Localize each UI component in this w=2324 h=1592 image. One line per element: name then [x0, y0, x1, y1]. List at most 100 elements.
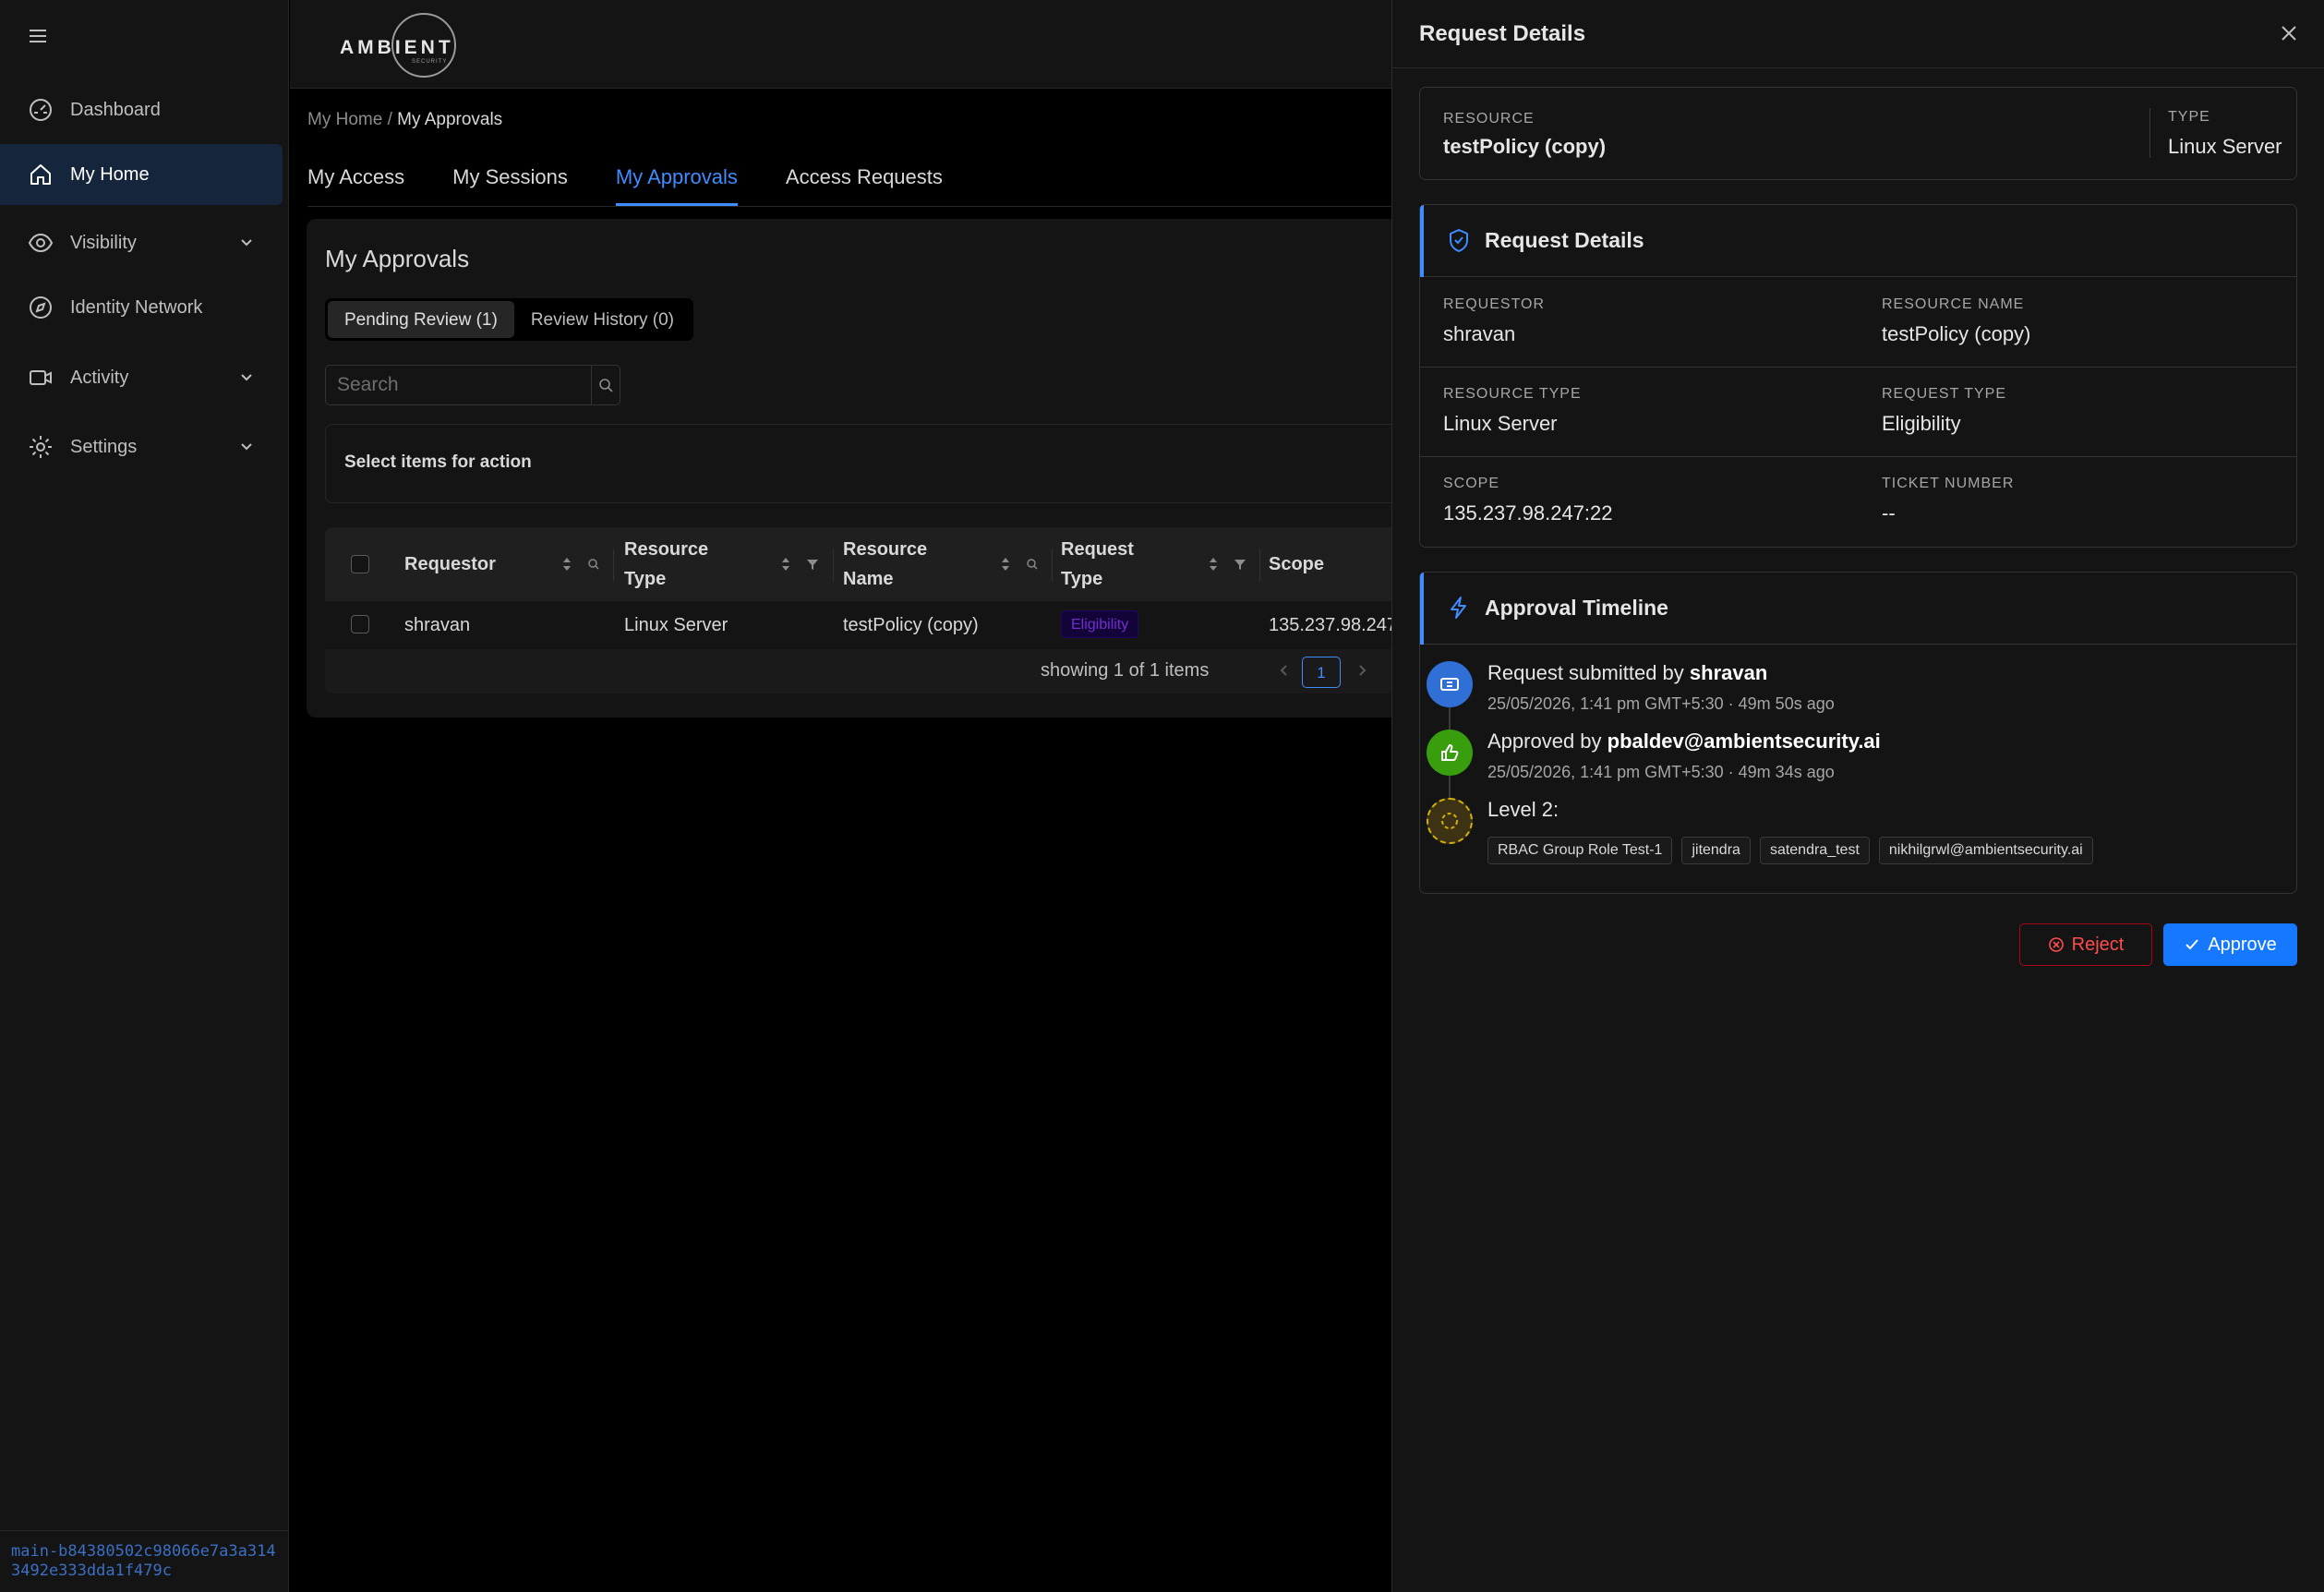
search-icon[interactable]: [586, 555, 603, 573]
search-icon[interactable]: [1025, 555, 1042, 573]
reject-label: Reject: [2071, 934, 2125, 955]
page-tabs: My Access My Sessions My Approvals Acces…: [307, 154, 991, 206]
pagination-summary: showing 1 of 1 items: [1041, 660, 1210, 681]
request-type-field: REQUEST TYPE Eligibility: [1882, 386, 2006, 436]
section-accent: [1420, 205, 1424, 277]
bulk-action-label: Select items for action: [344, 452, 532, 472]
page-number-button[interactable]: 1: [1302, 657, 1341, 688]
gear-icon: [28, 434, 54, 460]
field-value: 135.237.98.247:22: [1443, 501, 1613, 525]
type-value: Linux Server: [2168, 135, 2282, 158]
timeline-connector: [1449, 776, 1451, 800]
activity-icon: [28, 365, 54, 391]
request-details-section: Request Details REQUESTOR shravan RESOUR…: [1419, 204, 2297, 548]
sidebar-item-my-home[interactable]: My Home: [0, 144, 283, 205]
field-value: Eligibility: [1882, 412, 1961, 435]
timeline-timestamp: 25/05/2026, 1:41 pm GMT+5:30 · 49m 34s a…: [1487, 763, 1835, 781]
sidebar-item-label: My Home: [70, 163, 150, 185]
chevron-down-icon[interactable]: [238, 235, 255, 251]
column-divider: [1052, 549, 1053, 581]
chevron-right-icon[interactable]: [1354, 662, 1370, 679]
approver-tag: nikhilgrwl@ambientsecurity.ai: [1878, 837, 2093, 864]
tab-access-requests[interactable]: Access Requests: [786, 154, 943, 206]
chevron-down-icon[interactable]: [238, 439, 255, 455]
type-label: TYPE: [2168, 109, 2210, 125]
section-header: Request Details: [1420, 205, 2296, 277]
column-label: Request Type: [1061, 539, 1134, 589]
close-icon[interactable]: [2276, 20, 2302, 46]
field-value: shravan: [1443, 322, 1516, 345]
segment-pending-review[interactable]: Pending Review (1): [328, 301, 514, 338]
filter-icon[interactable]: [805, 555, 822, 573]
row-checkbox[interactable]: [351, 615, 369, 633]
timeline-prefix: Request submitted by: [1487, 661, 1690, 684]
approvals-card: My Approvals Pending Review (1) Review H…: [307, 219, 1525, 718]
sidebar-item-activity[interactable]: Activity: [0, 347, 283, 408]
search-button[interactable]: [591, 365, 620, 405]
timeline-actor: shravan: [1689, 661, 1768, 684]
column-header-resource-type: Resource Type: [624, 527, 772, 601]
page-title: My Approvals: [325, 245, 470, 272]
drawer-header: Request Details: [1392, 0, 2324, 68]
approvals-table: Requestor Resource Type Resource Name Re…: [325, 527, 1525, 693]
sidebar-item-visibility[interactable]: Visibility: [0, 212, 283, 273]
field-label: SCOPE: [1443, 476, 1500, 491]
column-header-resource-name: Resource Name: [843, 527, 991, 601]
sidebar-item-dashboard[interactable]: Dashboard: [0, 79, 283, 140]
column-header-request-type: Request Type: [1061, 527, 1209, 601]
thumbs-up-icon: [1427, 730, 1473, 776]
field-label: REQUESTOR: [1443, 296, 1546, 312]
section-title: Request Details: [1485, 228, 1644, 252]
tab-my-access[interactable]: My Access: [307, 154, 404, 206]
sidebar-item-label: Dashboard: [70, 99, 161, 120]
sidebar: Dashboard My Home Visibility Identity Ne…: [0, 0, 289, 1592]
approver-tag: jitendra: [1681, 837, 1751, 864]
timeline-text: Level 2:: [1487, 798, 1559, 821]
chevron-left-icon[interactable]: [1276, 662, 1293, 679]
tab-my-sessions[interactable]: My Sessions: [452, 154, 568, 206]
breadcrumb-current: My Approvals: [397, 110, 503, 129]
sidebar-item-label: Visibility: [70, 232, 137, 253]
approver-tag: satendra_test: [1759, 837, 1870, 864]
ambient-logo[interactable]: AMBIENT SECURITY: [340, 11, 488, 79]
logo-subtext: SECURITY: [412, 59, 448, 65]
column-label: Scope: [1269, 554, 1325, 574]
sort-icon[interactable]: [777, 555, 794, 573]
column-label: Requestor: [404, 554, 496, 574]
hamburger-menu-icon[interactable]: [26, 24, 50, 48]
sidebar-item-settings[interactable]: Settings: [0, 416, 283, 477]
tab-my-approvals[interactable]: My Approvals: [615, 154, 738, 206]
search-input[interactable]: [325, 365, 591, 405]
table-row[interactable]: shravan Linux Server testPolicy (copy) E…: [325, 601, 1525, 649]
reject-button[interactable]: Reject: [2019, 923, 2152, 966]
resource-name-field: RESOURCE NAME testPolicy (copy): [1882, 296, 2030, 346]
details-row: RESOURCE TYPE Linux Server REQUEST TYPE …: [1420, 368, 2296, 457]
approve-button[interactable]: Approve: [2163, 923, 2297, 966]
column-label: Resource Name: [843, 539, 928, 589]
lightning-icon: [1446, 595, 1472, 621]
review-segmented-control: Pending Review (1) Review History (0): [325, 298, 694, 341]
divider: [2149, 108, 2150, 158]
select-all-checkbox[interactable]: [351, 555, 369, 573]
home-icon: [28, 162, 54, 187]
field-value: Linux Server: [1443, 412, 1558, 435]
column-divider: [1259, 549, 1260, 581]
sort-icon[interactable]: [997, 555, 1014, 573]
search-icon: [599, 379, 613, 392]
sort-icon[interactable]: [559, 555, 575, 573]
breadcrumb-separator: /: [382, 110, 398, 129]
timeline-text: Approved by pbaldev@ambientsecurity.ai: [1487, 730, 1881, 754]
filter-icon[interactable]: [1233, 555, 1249, 573]
approver-tags: RBAC Group Role Test-1 jitendra satendra…: [1487, 837, 2093, 864]
segment-review-history[interactable]: Review History (0): [514, 301, 691, 338]
table-header: Requestor Resource Type Resource Name Re…: [325, 527, 1525, 601]
breadcrumb-home-link[interactable]: My Home: [307, 110, 382, 129]
sidebar-item-identity-network[interactable]: Identity Network: [0, 277, 283, 338]
divider: [0, 1530, 289, 1531]
approve-label: Approve: [2208, 934, 2277, 955]
timeline-timestamp: 25/05/2026, 1:41 pm GMT+5:30 · 49m 50s a…: [1487, 694, 1835, 713]
shield-check-icon: [1446, 227, 1472, 253]
ticket-icon: [1427, 661, 1473, 707]
sort-icon[interactable]: [1205, 555, 1222, 573]
chevron-down-icon[interactable]: [238, 369, 255, 386]
